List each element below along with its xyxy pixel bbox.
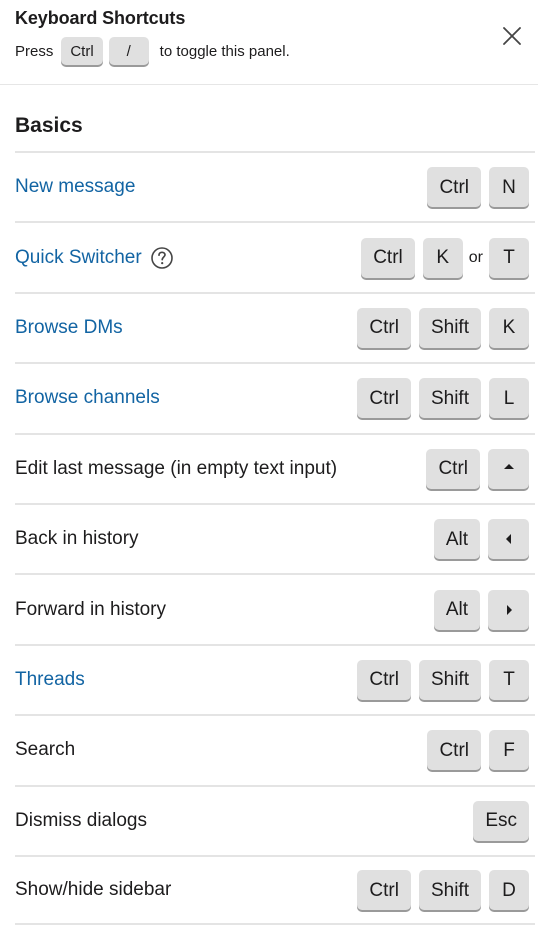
shortcut-label-text: New message	[15, 176, 136, 198]
key-esc: Esc	[473, 800, 529, 841]
key-ctrl: Ctrl	[361, 237, 415, 278]
shortcut-keys: Ctrl Shift K	[349, 307, 529, 348]
shortcut-keys: Ctrl	[418, 448, 529, 489]
shortcut-label-text: Forward in history	[15, 598, 166, 620]
key-d: D	[489, 870, 529, 911]
key-ctrl: Ctrl	[427, 167, 481, 208]
key-slash: /	[108, 37, 149, 65]
shortcut-row-threads: Threads Ctrl Shift T	[15, 643, 535, 714]
key-t: T	[489, 237, 529, 278]
shortcut-label-text: Show/hide sidebar	[15, 879, 172, 901]
close-icon	[503, 27, 521, 45]
shortcut-row-back-in-history: Back in history Alt	[15, 502, 535, 573]
shortcut-list: New message Ctrl N Quick Switcher Ctrl Kor T Br…	[15, 151, 535, 926]
key-arrow-left	[488, 519, 529, 560]
key-k: K	[422, 237, 463, 278]
shortcut-label[interactable]: Browse channels	[15, 387, 160, 409]
panel-header: Keyboard Shortcuts Press Ctrl / to toggl…	[0, 0, 538, 85]
shortcut-label[interactable]: Threads	[15, 669, 85, 691]
key-ctrl: Ctrl	[357, 870, 411, 911]
shortcut-keys: Ctrl Kor T	[353, 237, 529, 278]
key-ctrl: Ctrl	[357, 659, 411, 700]
shortcut-label: Edit last message (in empty text input)	[15, 458, 337, 480]
panel-title: Keyboard Shortcuts	[15, 8, 186, 28]
arrow-left-icon	[505, 534, 511, 545]
toggle-suffix: to toggle this panel.	[159, 42, 290, 60]
shortcut-label-text: Dismiss dialogs	[15, 809, 147, 831]
shortcut-label-text: Threads	[15, 668, 85, 690]
key-shift: Shift	[418, 307, 481, 348]
shortcut-row-browse-channels: Browse channels Ctrl Shift L	[15, 362, 535, 432]
shortcut-row-forward-in-history: Forward in history Alt	[15, 573, 535, 643]
arrow-right-icon	[506, 604, 512, 615]
key-t: T	[489, 659, 529, 700]
shortcut-label: Back in history	[15, 528, 139, 550]
shortcut-label[interactable]: Browse DMs	[15, 317, 123, 339]
shortcut-row-dismiss-dialogs: Dismiss dialogs Esc	[15, 784, 535, 855]
key-shift: Shift	[418, 870, 481, 911]
key-shift: Shift	[418, 378, 481, 419]
shortcut-label: Search	[15, 739, 75, 761]
shortcut-label: Forward in history	[15, 599, 166, 621]
key-n: N	[489, 167, 529, 208]
key-k: K	[489, 307, 529, 348]
shortcut-keys: Ctrl Shift L	[349, 378, 529, 419]
shortcut-label-text: Search	[15, 739, 76, 761]
key-ctrl: Ctrl	[357, 307, 411, 348]
shortcut-keys: Alt	[426, 519, 529, 560]
shortcut-keys: Ctrl Shift D	[349, 870, 529, 911]
press-label: Press	[15, 42, 54, 60]
shortcut-row-edit-last-message-in-empty-text-input: Edit last message (in empty text input) C…	[15, 432, 535, 503]
shortcut-row-browse-dms: Browse DMs Ctrl Shift K	[15, 291, 535, 362]
or-label: or	[468, 248, 483, 266]
key-ctrl: Ctrl	[357, 378, 411, 419]
key-alt: Alt	[433, 519, 480, 560]
key-arrow-right	[488, 589, 529, 630]
question-circle-icon[interactable]	[150, 246, 174, 270]
shortcut-row-new-message: New message Ctrl N	[15, 151, 535, 221]
shortcut-label-text: Quick Switcher	[15, 246, 142, 268]
key-shift: Shift	[418, 659, 481, 700]
shortcut-label: Dismiss dialogs	[15, 810, 147, 832]
section-title: Basics	[15, 114, 83, 137]
key-l: L	[489, 378, 529, 419]
shortcut-row-quick-switcher: Quick Switcher Ctrl Kor T	[15, 221, 535, 291]
shortcut-label-text: Browse DMs	[15, 316, 123, 338]
toggle-hint: Press Ctrl / to toggle this panel.	[15, 36, 290, 66]
shortcut-label[interactable]: New message	[15, 176, 135, 198]
shortcut-keys: Ctrl N	[419, 167, 529, 208]
key-ctrl: Ctrl	[61, 37, 103, 65]
shortcut-label[interactable]: Quick Switcher	[15, 246, 174, 270]
key-arrow-up	[488, 448, 529, 489]
shortcut-keys: Ctrl F	[419, 730, 529, 771]
shortcut-label-text: Back in history	[15, 528, 139, 550]
key-ctrl: Ctrl	[426, 448, 480, 489]
close-button[interactable]	[498, 22, 526, 50]
shortcut-row-show-hide-sidebar: Show/hide sidebar Ctrl Shift D	[15, 854, 535, 926]
shortcut-keys: Ctrl Shift T	[349, 659, 529, 700]
shortcut-label: Show/hide sidebar	[15, 879, 171, 901]
shortcut-label-text: Edit last message (in empty text input)	[15, 457, 338, 479]
shortcut-row-search: Search Ctrl F	[15, 714, 535, 784]
key-alt: Alt	[433, 589, 480, 630]
shortcut-keys: Alt	[426, 589, 529, 630]
key-f: F	[489, 730, 529, 771]
key-ctrl: Ctrl	[427, 730, 481, 771]
shortcut-keys: Esc	[465, 800, 529, 841]
arrow-up-icon	[503, 463, 514, 469]
shortcut-label-text: Browse channels	[15, 387, 160, 409]
